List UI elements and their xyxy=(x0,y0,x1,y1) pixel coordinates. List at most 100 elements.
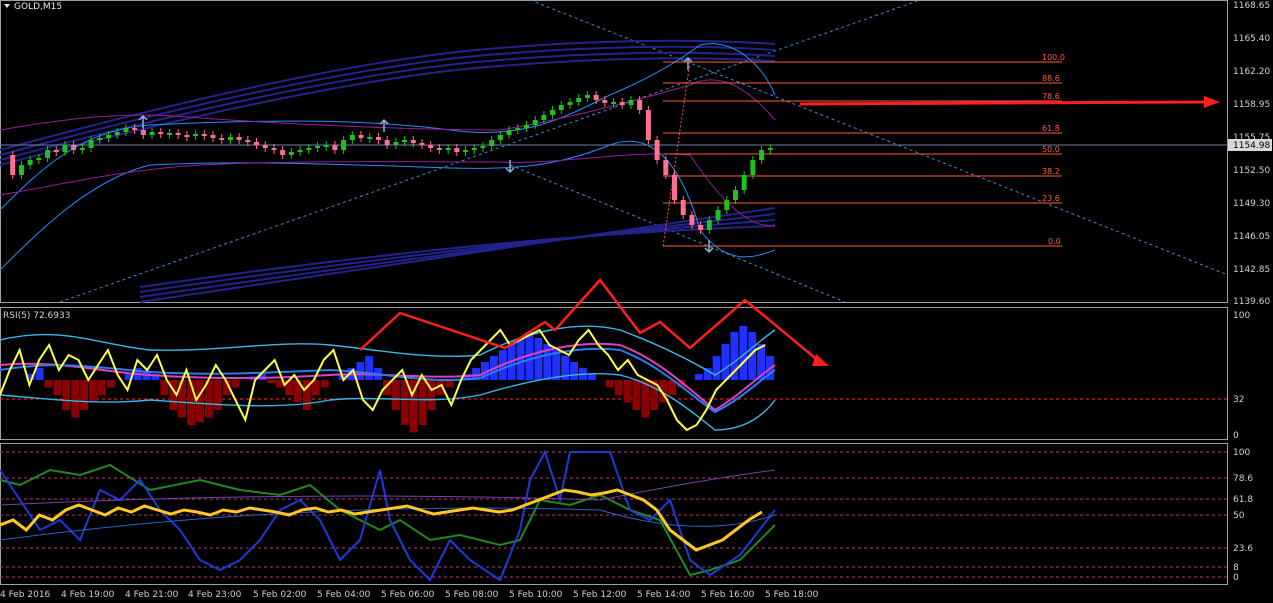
candle-body[interactable] xyxy=(62,145,68,152)
current-price-value: 1154.98 xyxy=(1233,141,1270,151)
candlesticks[interactable] xyxy=(10,91,773,234)
candle-body[interactable] xyxy=(210,135,216,138)
candle-body[interactable] xyxy=(10,155,16,175)
candle-body[interactable] xyxy=(149,132,155,135)
candle-body[interactable] xyxy=(114,132,120,135)
candle-body[interactable] xyxy=(288,152,294,155)
candle-body[interactable] xyxy=(654,140,660,160)
candle-body[interactable] xyxy=(341,140,347,150)
candle-body[interactable] xyxy=(175,133,181,135)
candle-body[interactable] xyxy=(375,137,381,140)
candle-body[interactable] xyxy=(532,120,538,125)
candle-body[interactable] xyxy=(140,130,146,135)
candle-body[interactable] xyxy=(402,140,408,142)
candle-body[interactable] xyxy=(602,100,608,103)
fib-level: 78.6 xyxy=(1042,92,1060,101)
candle-body[interactable] xyxy=(410,140,416,143)
candle-body[interactable] xyxy=(88,140,94,148)
candle-body[interactable] xyxy=(480,146,486,148)
candle-body[interactable] xyxy=(97,138,103,140)
candle-body[interactable] xyxy=(471,148,477,150)
candle-body[interactable] xyxy=(611,102,617,104)
candle-body[interactable] xyxy=(219,138,225,140)
candle-body[interactable] xyxy=(384,140,390,145)
candle-body[interactable] xyxy=(367,137,373,139)
candle-body[interactable] xyxy=(541,115,547,120)
candle-body[interactable] xyxy=(732,190,738,200)
candle-body[interactable] xyxy=(689,215,695,225)
candle-body[interactable] xyxy=(193,134,199,136)
candle-body[interactable] xyxy=(759,150,765,160)
candle-body[interactable] xyxy=(454,148,460,152)
rsi-histogram-bar xyxy=(632,380,641,410)
candle-body[interactable] xyxy=(262,145,268,148)
candle-body[interactable] xyxy=(523,125,529,128)
candle-body[interactable] xyxy=(767,148,773,150)
candle-body[interactable] xyxy=(332,145,338,150)
candle-body[interactable] xyxy=(105,135,111,138)
candle-body[interactable] xyxy=(236,137,242,140)
candle-body[interactable] xyxy=(27,160,33,165)
triangle-down-icon[interactable] xyxy=(4,4,10,8)
fibonacci-retracement: 100.0 88.6 78.6 61.8 50.0 38.2 23.6 0.0 xyxy=(662,53,1065,247)
candle-body[interactable] xyxy=(184,135,190,137)
candle-body[interactable] xyxy=(741,175,747,190)
candle-body[interactable] xyxy=(36,158,42,160)
time-label: 4 Feb 23:00 xyxy=(188,590,242,600)
candle-body[interactable] xyxy=(166,133,172,135)
trading-chart[interactable]: GOLD,M15 100.0 88.6 78.6 61.8 50.0 38.2 … xyxy=(0,0,1273,603)
rsi-histogram-bar xyxy=(721,344,730,380)
candle-body[interactable] xyxy=(323,145,329,147)
candle-body[interactable] xyxy=(645,110,651,140)
candle-body[interactable] xyxy=(750,160,756,175)
candle-body[interactable] xyxy=(245,140,251,142)
candle-body[interactable] xyxy=(71,145,77,150)
candle-body[interactable] xyxy=(445,148,451,150)
candle-body[interactable] xyxy=(715,210,721,220)
candle-body[interactable] xyxy=(53,150,59,152)
candle-body[interactable] xyxy=(672,175,678,200)
candle-body[interactable] xyxy=(619,102,625,105)
candle-body[interactable] xyxy=(515,128,521,130)
candle-body[interactable] xyxy=(428,145,434,148)
candle-body[interactable] xyxy=(45,150,51,158)
candle-body[interactable] xyxy=(497,135,503,140)
candle-body[interactable] xyxy=(254,142,260,145)
candle-body[interactable] xyxy=(706,220,712,230)
candle-body[interactable] xyxy=(123,128,129,132)
candle-body[interactable] xyxy=(584,95,590,98)
candle-body[interactable] xyxy=(463,150,469,152)
candle-body[interactable] xyxy=(358,135,364,138)
candle-body[interactable] xyxy=(628,100,634,105)
candle-body[interactable] xyxy=(158,132,164,134)
candle-body[interactable] xyxy=(698,225,704,230)
rsi-scale-label: 0 xyxy=(1233,431,1239,441)
candle-body[interactable] xyxy=(297,150,303,152)
candle-body[interactable] xyxy=(349,135,355,140)
fib-level: 88.6 xyxy=(1042,74,1060,83)
candle-body[interactable] xyxy=(201,134,207,136)
candle-body[interactable] xyxy=(663,160,669,175)
candle-body[interactable] xyxy=(724,200,730,210)
candle-body[interactable] xyxy=(227,137,233,140)
candle-body[interactable] xyxy=(306,148,312,150)
candle-body[interactable] xyxy=(314,146,320,148)
candle-body[interactable] xyxy=(132,128,138,130)
candle-body[interactable] xyxy=(280,150,286,155)
candle-body[interactable] xyxy=(567,102,573,105)
candle-body[interactable] xyxy=(637,100,643,110)
rsi-histogram-bar xyxy=(534,338,543,380)
candle-body[interactable] xyxy=(550,110,556,115)
candle-body[interactable] xyxy=(436,148,442,150)
candle-body[interactable] xyxy=(271,148,277,150)
candle-body[interactable] xyxy=(680,200,686,215)
candle-body[interactable] xyxy=(79,148,85,150)
candle-body[interactable] xyxy=(393,142,399,145)
candle-body[interactable] xyxy=(576,98,582,102)
candle-body[interactable] xyxy=(558,105,564,110)
candle-body[interactable] xyxy=(489,140,495,146)
candle-body[interactable] xyxy=(419,143,425,145)
candle-body[interactable] xyxy=(18,165,24,175)
candle-body[interactable] xyxy=(593,95,599,100)
candle-body[interactable] xyxy=(506,130,512,135)
